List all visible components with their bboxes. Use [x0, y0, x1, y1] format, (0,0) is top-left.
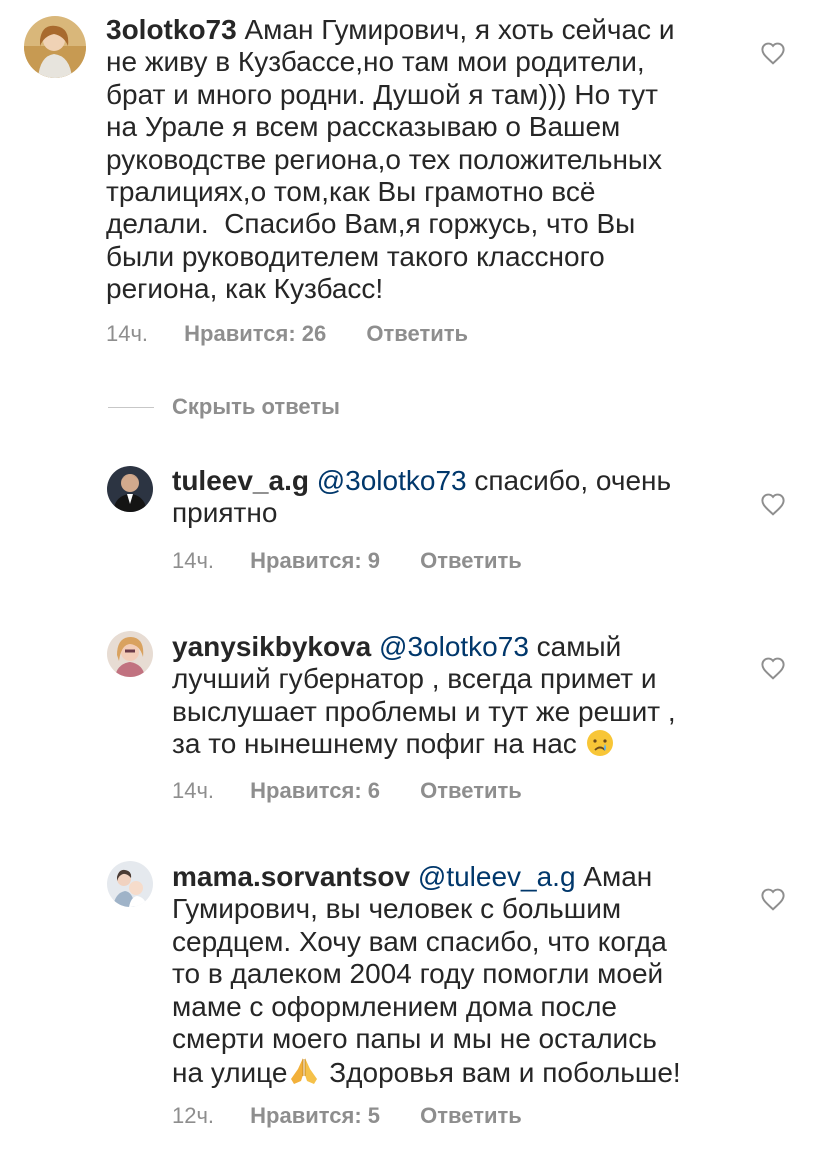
like-heart-icon[interactable] [760, 887, 786, 911]
likes-count[interactable]: Нравится: 9 [250, 548, 380, 574]
reply-body: Аман Гумирович, вы человек с большим сер… [172, 861, 667, 1089]
reply-button[interactable]: Ответить [366, 321, 468, 347]
avatar[interactable] [24, 16, 86, 78]
comment-meta: 14ч. Нравится: 26 Ответить [106, 321, 468, 347]
comment-text: 3olotko73 Аман Гумирович, я хоть сейчас … [106, 14, 786, 306]
reply-comment: tuleev_a.g @3olotko73 спасибо, очень при… [0, 460, 828, 590]
reply-button[interactable]: Ответить [420, 548, 522, 574]
reply-button[interactable]: Ответить [420, 778, 522, 804]
avatar-image [107, 466, 153, 512]
reply-username[interactable]: tuleev_a.g [172, 465, 309, 496]
mention-link[interactable]: @3olotko73 [379, 631, 529, 662]
avatar-image [24, 16, 86, 78]
like-heart-icon[interactable] [760, 656, 786, 680]
reply-meta: 14ч. Нравится: 9 Ответить [172, 548, 522, 574]
comment-main: 3olotko73 Аман Гумирович, я хоть сейчас … [0, 0, 828, 360]
reply-username[interactable]: mama.sorvantsov [172, 861, 410, 892]
mention-link[interactable]: @tuleev_a.g [418, 861, 576, 892]
avatar-image [107, 631, 153, 677]
avatar[interactable] [107, 466, 153, 512]
avatar-image [107, 861, 153, 907]
reply-time: 14ч. [172, 778, 215, 803]
reply-time: 12ч. [172, 1103, 215, 1128]
reply-comment: yanysikbykova @3olotko73 самый лучший гу… [0, 628, 828, 808]
reply-button[interactable]: Ответить [420, 1103, 522, 1129]
reply-text: yanysikbykova @3olotko73 самый лучший гу… [172, 631, 732, 766]
hide-replies-divider [108, 407, 154, 408]
reply-username[interactable]: yanysikbykova [172, 631, 371, 662]
reply-meta: 12ч. Нравится: 5 Ответить [172, 1103, 522, 1129]
comment-time: 14ч. [106, 321, 149, 346]
folded-hands-icon [287, 1055, 321, 1094]
reply-comment: mama.sorvantsov @tuleev_a.g Аман Гумиров… [0, 858, 828, 1138]
hide-replies-button[interactable]: Скрыть ответы [172, 394, 340, 420]
reply-meta: 14ч. Нравится: 6 Ответить [172, 778, 522, 804]
likes-count[interactable]: Нравится: 26 [184, 321, 326, 347]
avatar[interactable] [107, 631, 153, 677]
reply-text: mama.sorvantsov @tuleev_a.g Аман Гумиров… [172, 861, 732, 1095]
comment-username[interactable]: 3olotko73 [106, 14, 237, 45]
avatar[interactable] [107, 861, 153, 907]
likes-count[interactable]: Нравится: 6 [250, 778, 380, 804]
like-heart-icon[interactable] [760, 41, 786, 65]
reply-text: tuleev_a.g @3olotko73 спасибо, очень при… [172, 465, 732, 530]
like-heart-icon[interactable] [760, 492, 786, 516]
crying-face-icon [585, 728, 615, 765]
mention-link[interactable]: @3olotko73 [317, 465, 467, 496]
comment-body: Аман Гумирович, я хоть сейчас и не живу … [106, 14, 675, 305]
reply-body-after-emoji: Здоровья вам и побольше! [321, 1057, 681, 1089]
reply-time: 14ч. [172, 548, 215, 573]
likes-count[interactable]: Нравится: 5 [250, 1103, 380, 1129]
